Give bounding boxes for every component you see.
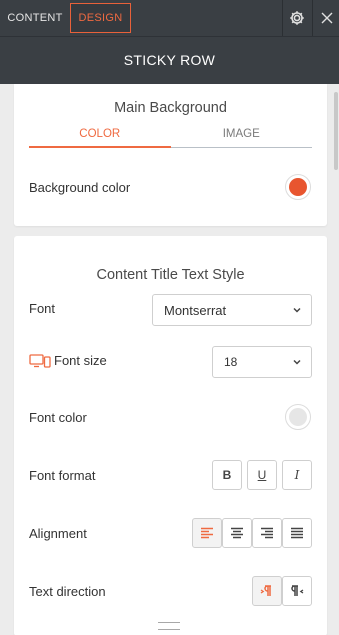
scrollbar-thumb[interactable] — [334, 92, 338, 170]
align-right-icon — [261, 527, 273, 539]
bold-button[interactable]: B — [212, 460, 242, 490]
text-direction-label: Text direction — [29, 584, 106, 599]
section-title: Main Background — [114, 100, 227, 116]
background-subtabs: COLOR IMAGE — [29, 126, 312, 148]
font-color-swatch[interactable] — [285, 404, 311, 430]
font-format-label: Font format — [29, 468, 96, 483]
color-dot — [289, 408, 307, 426]
top-bar: CONTENT DESIGN — [0, 0, 339, 36]
background-color-label: Background color — [29, 180, 131, 195]
panel-title: STICKY ROW — [123, 52, 216, 68]
font-size-value: 18 — [224, 355, 238, 369]
alignment-label: Alignment — [29, 526, 87, 541]
font-size-select[interactable]: 18 — [212, 346, 312, 378]
ltr-button[interactable] — [252, 576, 282, 606]
ltr-icon — [260, 585, 271, 596]
resize-handle[interactable] — [158, 622, 180, 630]
responsive-devices-icon[interactable] — [29, 354, 51, 368]
font-label: Font — [29, 301, 56, 316]
section-title: Content Title Text Style — [96, 267, 245, 283]
color-dot — [289, 178, 307, 196]
main-background-section: Main Background COLOR IMAGE Background c… — [14, 84, 327, 226]
align-left-icon — [201, 527, 213, 539]
italic-button[interactable]: I — [282, 460, 312, 490]
font-size-label: Font size — [54, 353, 107, 368]
underline-button[interactable]: U — [247, 460, 277, 490]
rtl-icon — [291, 585, 304, 596]
panel-header: STICKY ROW — [0, 36, 339, 84]
tab-content[interactable]: CONTENT — [2, 3, 68, 33]
font-color-label: Font color — [29, 410, 87, 425]
subtab-color[interactable]: COLOR — [29, 126, 171, 142]
align-justify-button[interactable] — [282, 518, 312, 548]
font-select[interactable]: Montserrat — [152, 294, 312, 326]
align-center-icon — [231, 527, 243, 539]
tab-underline — [170, 147, 312, 148]
tab-design[interactable]: DESIGN — [70, 3, 131, 33]
align-left-button[interactable] — [192, 518, 222, 548]
rtl-button[interactable] — [282, 576, 312, 606]
close-icon[interactable] — [313, 0, 339, 36]
active-tab-indicator — [29, 146, 171, 148]
background-color-swatch[interactable] — [285, 174, 311, 200]
font-select-value: Montserrat — [164, 302, 227, 318]
align-justify-icon — [291, 527, 303, 539]
content-title-style-section: Content Title Text Style Font Montserrat… — [14, 236, 327, 635]
align-center-button[interactable] — [222, 518, 252, 548]
align-right-button[interactable] — [252, 518, 282, 548]
chevron-down-icon — [293, 307, 301, 313]
subtab-image[interactable]: IMAGE — [171, 126, 313, 142]
gear-icon[interactable] — [283, 0, 311, 36]
chevron-down-icon — [293, 359, 301, 365]
